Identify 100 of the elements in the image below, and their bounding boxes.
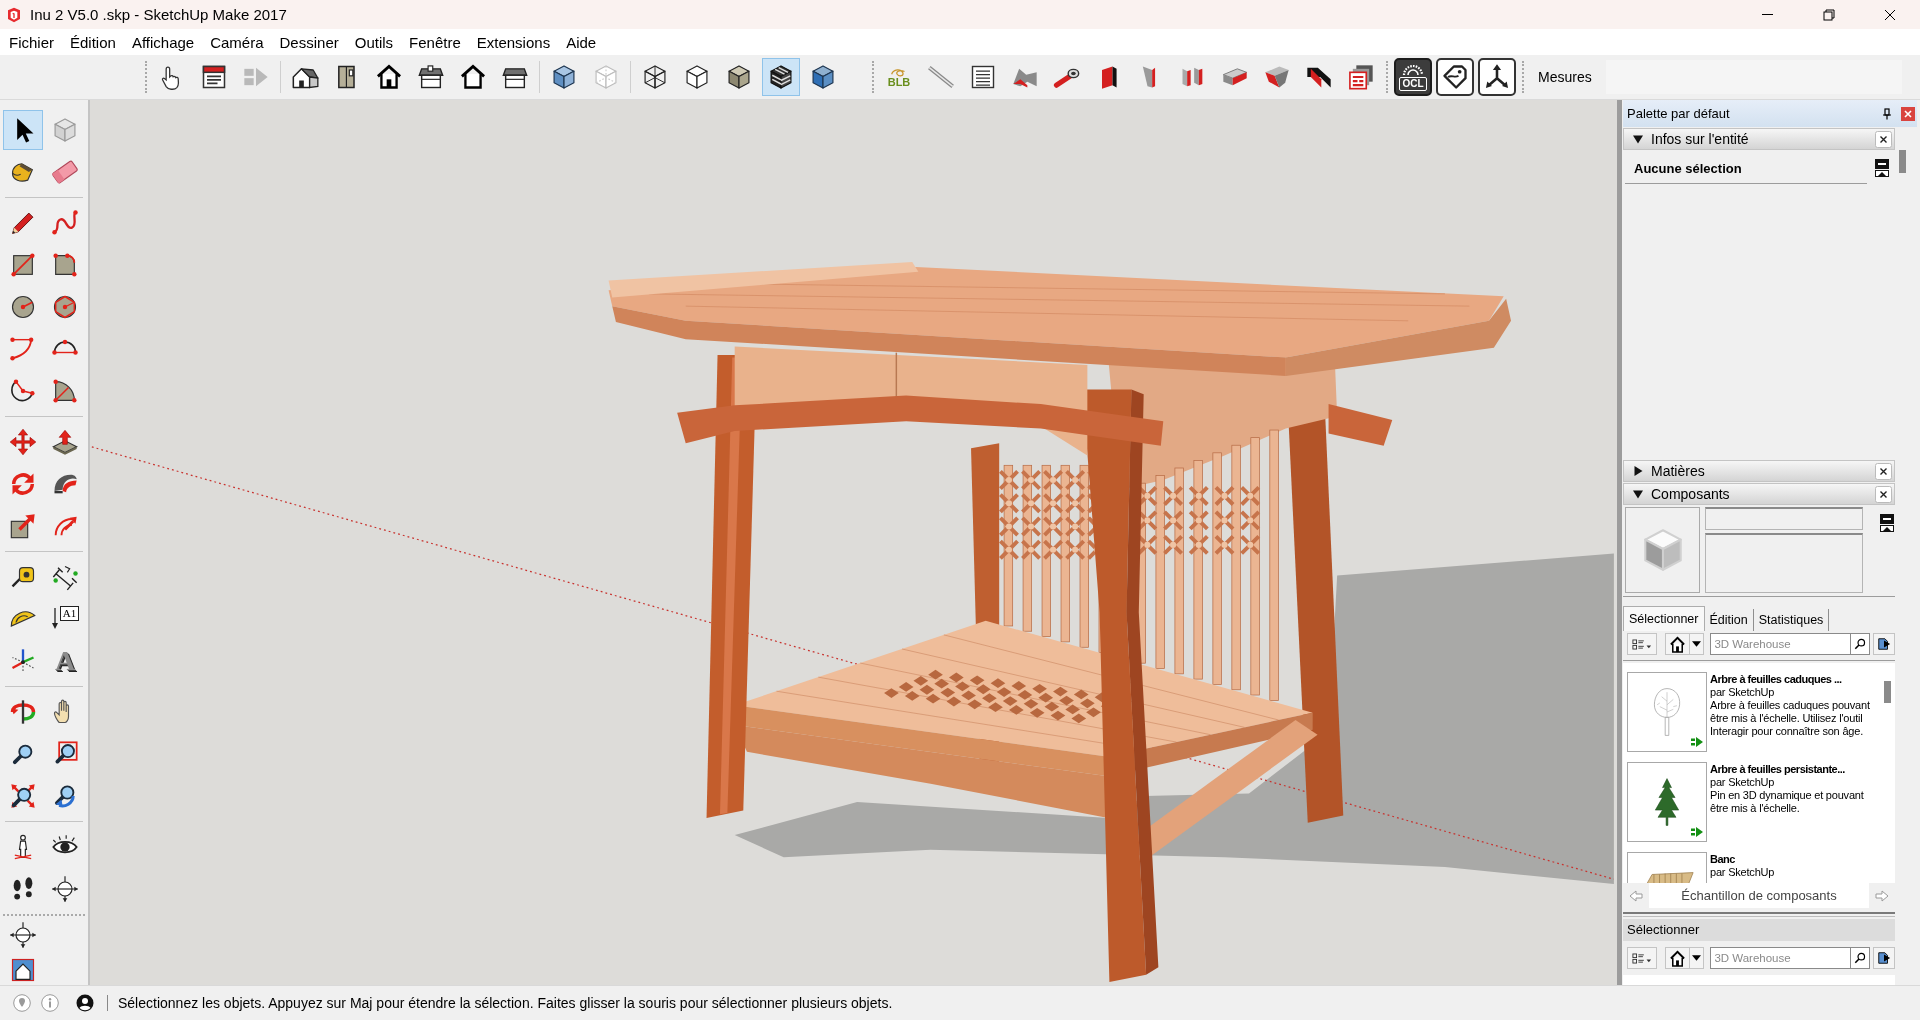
house-section-icon (9, 956, 37, 984)
view-options-button[interactable] (1627, 633, 1657, 655)
front-house-icon (375, 63, 403, 91)
info-icon[interactable] (41, 994, 59, 1012)
menu-item[interactable]: Caméra (202, 31, 272, 53)
menu-item[interactable]: Fenêtre (401, 31, 469, 53)
outline-cube-icon (683, 63, 711, 91)
saw-blade-icon (1401, 63, 1425, 76)
axes-button[interactable] (1478, 58, 1516, 96)
rectangle-corner-icon (51, 251, 79, 279)
component-name-field[interactable] (1705, 507, 1863, 530)
home-button[interactable] (1664, 633, 1690, 655)
rectangle-icon (9, 251, 37, 279)
component-description: Arbre à feuilles caduques pouvant être mis à l'échelle. Utilisez l'outil Interagir pour connaître son âge. (1710, 699, 1871, 738)
four-arrows-icon (9, 428, 37, 456)
section-plane-icon (9, 921, 37, 949)
menu-item[interactable]: Extensions (468, 31, 559, 53)
details-toggle-icon[interactable] (1880, 514, 1894, 532)
details-button[interactable] (1873, 947, 1895, 969)
window-title: Inu 2 V5.0 .skp - SketchUp Make 2017 (30, 6, 287, 23)
menu-item[interactable]: Aide (558, 31, 605, 53)
scrollbar-thumb[interactable] (1899, 150, 1906, 173)
menu-item[interactable]: Édition (62, 31, 124, 53)
restore-icon (1822, 8, 1835, 21)
side-house-icon (417, 63, 445, 91)
panel-toggle[interactable]: Composants (1624, 484, 1875, 504)
home-button[interactable] (1664, 947, 1690, 969)
monochrome-cube-icon (809, 63, 837, 91)
page-arrow-icon (1877, 951, 1892, 965)
orbit-icon (9, 698, 37, 726)
component-title[interactable]: Arbre à feuilles persistante... (1710, 763, 1879, 776)
section-title: Sélectionner (1623, 919, 1895, 941)
status-message: Sélectionnez les objets. Appuyez sur Maj pour étendre la sélection. Faites glisser la souris pour sélectionner plusieurs objets. (118, 995, 893, 1011)
translucent-cube-icon (550, 63, 578, 91)
details-button[interactable] (1873, 633, 1895, 655)
tab[interactable]: Édition (1704, 609, 1754, 631)
menu-item[interactable]: Affichage (123, 31, 203, 53)
component-author: par SketchUp (1710, 866, 1776, 879)
app-logo-icon (6, 6, 22, 23)
component-thumbnail[interactable] (1627, 672, 1707, 752)
back-house-icon (459, 63, 487, 91)
push-pull-icon (51, 428, 79, 456)
stacked-sheets-icon (1347, 63, 1375, 91)
component-thumbnail[interactable] (1627, 762, 1707, 842)
scrollbar-thumb[interactable] (1884, 681, 1891, 703)
location-pin-icon[interactable] (13, 994, 31, 1012)
circle-icon (9, 293, 37, 321)
striped-cube-icon (767, 63, 795, 91)
component-title[interactable]: Arbre à feuilles caduques ... (1710, 673, 1879, 686)
view-options-icon (1631, 951, 1652, 965)
section-plane-icon (51, 875, 79, 903)
shaded-cube-icon (725, 63, 753, 91)
select-tool[interactable] (3, 110, 43, 150)
account-icon[interactable] (76, 994, 94, 1012)
close-icon[interactable] (1875, 485, 1892, 503)
search-button[interactable] (1850, 633, 1871, 655)
three-arrows-icon (1483, 63, 1511, 91)
tab[interactable]: Statistiques (1753, 609, 1830, 631)
menu-item[interactable]: Fichier (1, 31, 62, 53)
component-title[interactable]: Banc (1710, 853, 1879, 866)
details-toggle-icon[interactable] (1875, 159, 1889, 177)
caret-icon (1691, 641, 1701, 647)
search-button[interactable] (1850, 947, 1871, 969)
home-icon (1668, 635, 1686, 653)
lined-sheet-icon (969, 63, 997, 91)
tray-title: Palette par défaut (1627, 106, 1730, 121)
menu-item[interactable]: Outils (346, 31, 402, 53)
cut-list-button[interactable]: OCL (1394, 58, 1432, 96)
text-tool[interactable]: A1 (45, 599, 85, 639)
paint-tag-button[interactable] (1436, 58, 1474, 96)
menu-item[interactable]: Dessiner (271, 31, 347, 53)
component-author: par SketchUp (1710, 776, 1776, 789)
leader-arrow-icon (50, 606, 59, 630)
squiggle-icon (51, 209, 79, 237)
close-icon[interactable] (1875, 130, 1892, 148)
home-icon (1668, 949, 1686, 967)
panel-toggle[interactable]: Matières (1624, 461, 1875, 481)
polygon-icon (51, 293, 79, 321)
collection-selector[interactable]: Échantillon de composants (1649, 883, 1869, 908)
pin-icon[interactable] (1882, 107, 1892, 120)
tab[interactable]: Sélectionner (1623, 606, 1705, 631)
wireframe-cube-icon (641, 63, 669, 91)
component-author: par SketchUp (1710, 686, 1776, 699)
search-field[interactable]: 3D Warehouse (1710, 633, 1851, 655)
paint-tag-icon (1441, 63, 1469, 91)
diagonal-line-icon (927, 63, 955, 91)
close-icon[interactable] (1875, 462, 1892, 480)
view-options-button[interactable] (1627, 947, 1657, 969)
close-icon (1883, 8, 1896, 21)
component-description-field[interactable] (1705, 533, 1863, 593)
scale-icon (9, 512, 37, 540)
search-icon (1854, 638, 1867, 650)
panel-toggle[interactable]: Infos sur l'entité (1624, 129, 1875, 149)
dashed-cube-icon (592, 63, 620, 91)
search-field[interactable]: 3D Warehouse (1710, 947, 1851, 969)
zoom-extents-icon (9, 782, 37, 810)
rotate-arrows-icon (9, 470, 37, 498)
selection-status: Aucune sélection (1634, 160, 1742, 176)
textured-button[interactable] (762, 58, 800, 96)
minimize-icon (1762, 14, 1773, 15)
